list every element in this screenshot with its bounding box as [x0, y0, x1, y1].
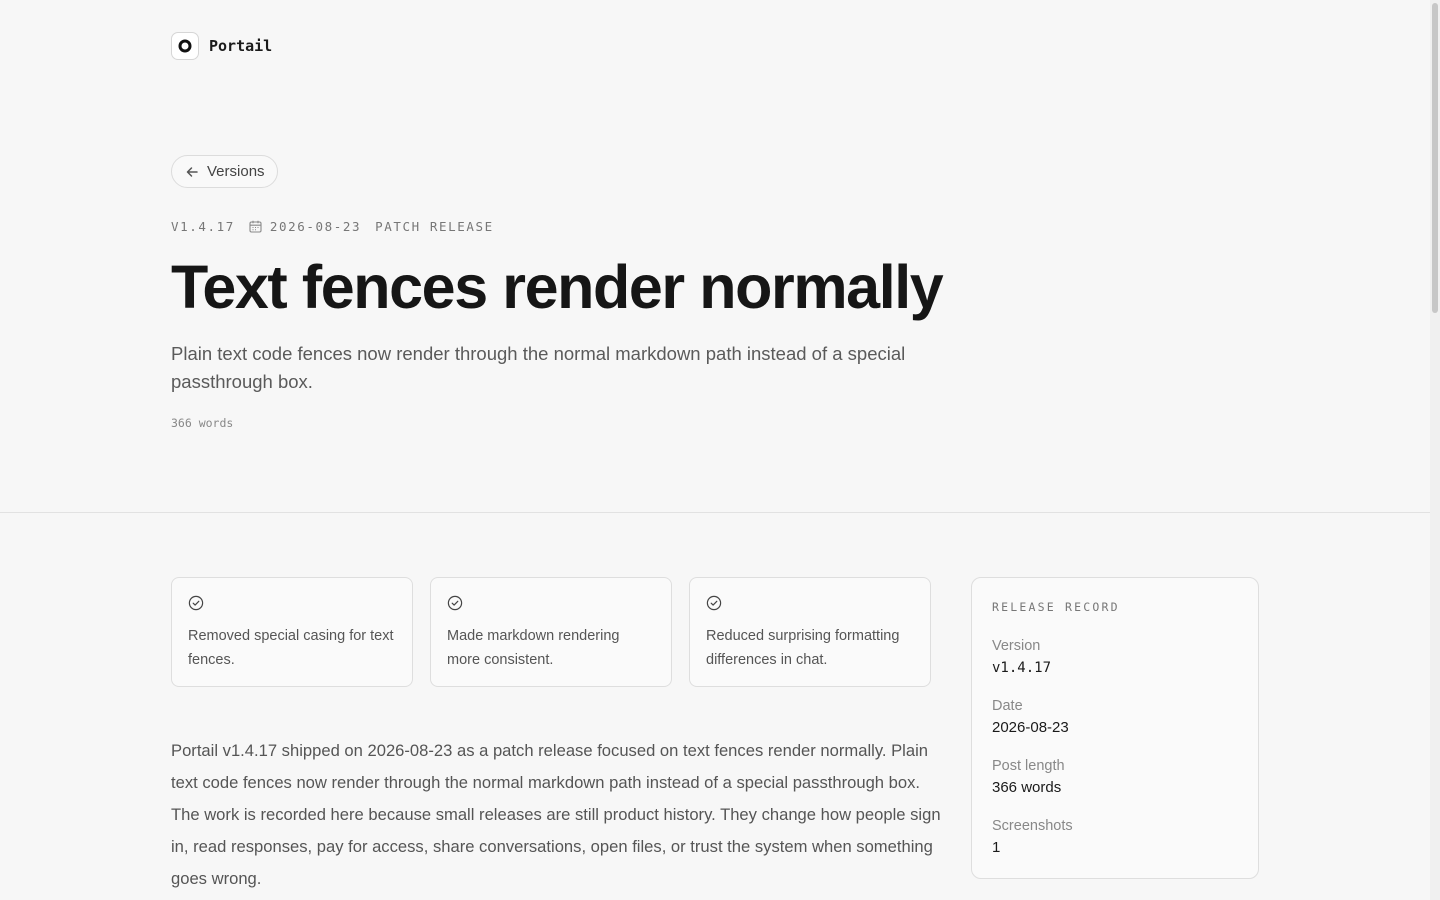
record-row-version: Version v1.4.17 [992, 636, 1238, 680]
meta-date: 2026-08-23 [269, 219, 362, 234]
meta-release-type: PATCH RELEASE [375, 219, 494, 234]
release-page: Portail Versions V1.4.17 2026-08-23 PATC… [0, 0, 1440, 900]
scrollbar-thumb[interactable] [1432, 3, 1438, 313]
highlight-card: Removed special casing for text fences. [171, 577, 413, 687]
release-record-title: RELEASE RECORD [992, 600, 1120, 614]
release-meta: V1.4.17 2026-08-23 PATCH RELEASE [171, 219, 494, 234]
record-value: 366 words [992, 779, 1062, 796]
highlight-cards: Removed special casing for text fences. … [171, 577, 931, 687]
highlight-card: Reduced surprising formatting difference… [689, 577, 931, 687]
portail-logo-icon [171, 32, 199, 60]
brand-name: Portail [209, 37, 273, 55]
record-row-screenshots: Screenshots 1 [992, 816, 1238, 860]
record-value: 2026-08-23 [992, 719, 1069, 736]
check-circle-icon [188, 594, 396, 612]
release-body: Portail v1.4.17 shipped on 2026-08-23 as… [171, 741, 941, 888]
record-value: v1.4.17 [992, 660, 1052, 676]
check-circle-icon [447, 594, 655, 612]
highlight-text: Reduced surprising formatting difference… [706, 628, 900, 668]
page-subtitle: Plain text code fences now render throug… [171, 343, 906, 392]
arrow-left-icon [185, 165, 199, 179]
check-circle-icon [706, 594, 914, 612]
back-to-versions-button[interactable]: Versions [171, 155, 278, 188]
record-label: Date [992, 698, 1023, 714]
meta-version: V1.4.17 [171, 219, 235, 234]
record-label: Screenshots [992, 818, 1073, 834]
record-label: Version [992, 638, 1041, 654]
calendar-icon [249, 220, 262, 233]
word-count: 366 words [171, 416, 234, 430]
page-title: Text fences render normally [171, 253, 944, 321]
record-row-post-length: Post length 366 words [992, 756, 1238, 800]
highlight-text: Made markdown rendering more consistent. [447, 628, 620, 668]
brand[interactable]: Portail [171, 32, 272, 60]
page-scrollbar[interactable] [1430, 0, 1440, 900]
back-label: Versions [207, 163, 265, 180]
record-value: 1 [992, 839, 1001, 856]
record-label: Post length [992, 758, 1065, 774]
highlight-text: Removed special casing for text fences. [188, 628, 394, 668]
release-record-panel: RELEASE RECORD Version v1.4.17 Date 2026… [971, 577, 1259, 879]
section-divider [0, 512, 1430, 513]
record-row-date: Date 2026-08-23 [992, 696, 1238, 740]
highlight-card: Made markdown rendering more consistent. [430, 577, 672, 687]
